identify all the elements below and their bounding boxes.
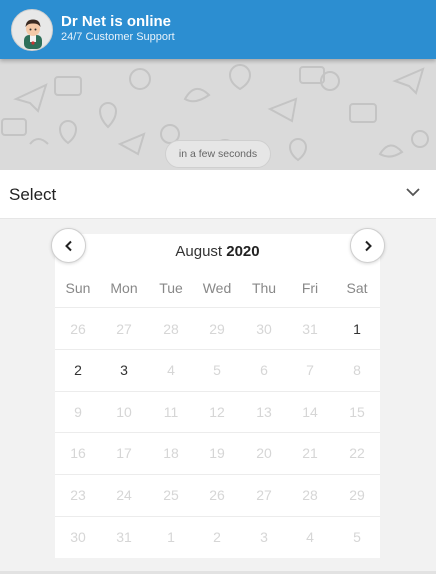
timestamp-pill: in a few seconds: [165, 140, 271, 168]
calendar-day-disabled: 30: [70, 529, 86, 545]
calendar-day-disabled: 3: [260, 529, 268, 545]
calendar-year: 2020: [226, 243, 260, 260]
prev-month-button[interactable]: [51, 228, 86, 263]
calendar-day-available[interactable]: 3: [101, 349, 147, 391]
calendar-day-disabled: 5: [353, 529, 361, 545]
header-title: Dr Net is online: [61, 13, 172, 30]
calendar-day-disabled: 12: [209, 404, 225, 420]
calendar-day-disabled: 28: [302, 487, 318, 503]
chevron-left-icon: [65, 240, 72, 252]
calendar-day-disabled: 1: [167, 529, 175, 545]
calendar-day-available[interactable]: 1: [334, 308, 380, 350]
avatar: [11, 9, 53, 51]
calendar-day-disabled: 31: [116, 529, 132, 545]
calendar-day-disabled: 8: [353, 362, 361, 378]
calendar-day-disabled: 7: [306, 362, 314, 378]
calendar-day-disabled: 4: [167, 362, 175, 378]
calendar: August 2020 Sun Mon Tue Wed Thu Fri Sat 26 27 28 2…: [55, 234, 380, 558]
calendar-day-disabled: 9: [74, 404, 82, 420]
weekday-header: Tue: [159, 280, 183, 296]
calendar-day-disabled: 14: [302, 404, 318, 420]
calendar-day-disabled: 6: [260, 362, 268, 378]
calendar-day-disabled: 25: [163, 487, 179, 503]
calendar-day-disabled: 31: [302, 321, 318, 337]
calendar-day-disabled: 13: [256, 404, 272, 420]
calendar-day-disabled: 21: [302, 445, 318, 461]
calendar-day-disabled: 26: [209, 487, 225, 503]
calendar-day-disabled: 29: [209, 321, 225, 337]
calendar-title: August 2020: [55, 243, 380, 260]
weekday-header: Mon: [110, 280, 138, 296]
calendar-day-disabled: 23: [70, 487, 86, 503]
weekday-header: Wed: [202, 280, 232, 296]
select-dropdown[interactable]: Select: [0, 170, 436, 219]
calendar-day-disabled: 4: [306, 529, 314, 545]
header-subtitle: 24/7 Customer Support: [61, 31, 175, 43]
calendar-day-disabled: 2: [213, 529, 221, 545]
calendar-day-disabled: 27: [116, 321, 132, 337]
weekday-header: Thu: [251, 280, 277, 296]
weekday-header: Fri: [301, 280, 319, 296]
chevron-down-icon: [406, 188, 420, 197]
calendar-day-disabled: 15: [349, 404, 365, 420]
select-label: Select: [9, 185, 57, 204]
calendar-day-disabled: 11: [163, 404, 179, 420]
calendar-day-disabled: 20: [256, 445, 272, 461]
calendar-day-disabled: 27: [256, 487, 272, 503]
calendar-day-disabled: 19: [209, 445, 225, 461]
calendar-day-available[interactable]: 2: [55, 349, 101, 391]
calendar-day-disabled: 26: [70, 321, 86, 337]
calendar-day-disabled: 5: [213, 362, 221, 378]
calendar-day-disabled: 10: [116, 404, 132, 420]
weekday-header: Sun: [65, 280, 91, 296]
chevron-right-icon: [365, 240, 372, 252]
calendar-day-disabled: 24: [116, 487, 132, 503]
calendar-day-disabled: 28: [163, 321, 179, 337]
calendar-day-disabled: 30: [256, 321, 272, 337]
calendar-day-disabled: 17: [116, 445, 132, 461]
calendar-month: August: [175, 243, 223, 260]
calendar-day-disabled: 22: [349, 445, 365, 461]
calendar-day-disabled: 29: [349, 487, 365, 503]
calendar-day-disabled: 16: [70, 445, 86, 461]
next-month-button[interactable]: [350, 228, 385, 263]
chat-header: Dr Net is online 24/7 Customer Support: [0, 0, 436, 59]
weekday-header: Sat: [346, 280, 368, 296]
calendar-day-disabled: 18: [163, 445, 179, 461]
